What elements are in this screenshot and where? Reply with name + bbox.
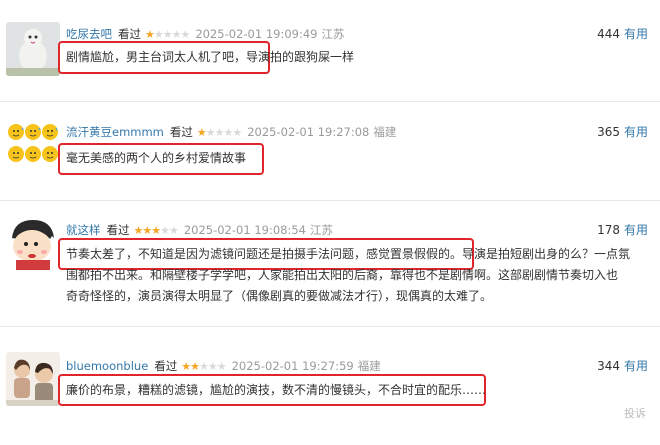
watched-label: 看过 [118,27,141,41]
watched-label: 看过 [169,125,193,139]
star-icon: ★★★ [199,360,227,373]
star-icon: ★ [196,126,207,139]
review-location: 福建 [373,125,397,139]
review-location: 江苏 [321,27,345,41]
review-content: 廉价的布景，糟糕的滤镜，尴尬的演技，数不清的慢镜头，不合时宜的配乐…… [66,383,487,397]
review-meta: bluemoonblue 看过 ★★★★★ 2025-02-01 19:27:59 福建 [66,358,381,375]
review-time: 2025-02-01 19:09:49 [195,27,318,41]
watched-label: 看过 [106,223,130,237]
review-time: 2025-02-01 19:08:54 [183,223,306,237]
useful-button[interactable]: 有用 [624,125,648,139]
avatar[interactable] [6,216,60,270]
username-link[interactable]: 流汗黄豆emmmm [66,125,164,139]
review-content-line: 奇奇怪怪的，演员演得太明显了（偶像剧真的要做减法才行），现偶真的太难了。 [66,289,493,303]
divider [0,326,660,327]
review-location: 江苏 [309,223,333,237]
rating-stars: ★★★★★ [196,125,242,141]
rating-stars: ★★★★★ [133,223,179,239]
star-icon: ★ [145,28,155,41]
username-link[interactable]: 就这样 [66,223,101,237]
review-content-line: 节奏太差了，不知道是因为滤镜问题还是拍摄手法问题，感觉置景假假的。导演是拍短剧出… [66,247,631,261]
review-meta: 流汗黄豆emmmm 看过 ★★★★★ 2025-02-01 19:27:08 福建 [66,124,396,141]
rating-stars: ★★★★★ [181,359,227,375]
vote-count: 444 有用 [597,26,648,42]
star-icon: ★★ [181,360,200,373]
star-icon: ★★★ [133,224,162,237]
vote-number: 365 [597,125,620,139]
useful-button[interactable]: 有用 [624,27,648,41]
review-meta: 就这样 看过 ★★★★★ 2025-02-01 19:08:54 江苏 [66,222,333,239]
review-content: 毫无美感的两个人的乡村爱情故事 [66,151,247,165]
review-location: 福建 [357,359,381,373]
vote-number: 178 [597,223,620,237]
watched-label: 看过 [154,359,178,373]
review-time: 2025-02-01 19:27:59 [231,359,354,373]
vote-number: 444 [597,27,620,41]
star-icon: ★★★★ [205,126,242,139]
vote-count: 178 有用 [597,222,648,238]
vote-number: 344 [597,359,620,373]
report-link[interactable]: 投诉 [624,405,646,421]
vote-count: 344 有用 [597,358,648,374]
username-link[interactable]: 吃尿去吧 [66,27,112,41]
star-icon: ★★★★ [153,28,190,41]
avatar[interactable] [6,352,60,406]
review-time: 2025-02-01 19:27:08 [247,125,370,139]
divider [0,200,660,201]
avatar[interactable] [6,22,60,76]
review-content-line: 围都拍不出来。和隔壁楼子学学吧，人家能拍出太阳的后裔，靠得也不是剧情啊。这部剧剧… [66,268,619,282]
useful-button[interactable]: 有用 [624,359,648,373]
divider [0,101,660,102]
star-icon: ★★ [160,224,179,237]
avatar[interactable] [6,120,60,174]
review-content: 剧情尴尬，男主台词太人机了吧，导演拍的跟狗屎一样 [66,50,355,64]
vote-count: 365 有用 [597,124,648,140]
username-link[interactable]: bluemoonblue [66,359,148,373]
review-content: 节奏太差了，不知道是因为滤镜问题还是拍摄手法问题，感觉置景假假的。导演是拍短剧出… [66,244,656,307]
useful-button[interactable]: 有用 [624,223,648,237]
